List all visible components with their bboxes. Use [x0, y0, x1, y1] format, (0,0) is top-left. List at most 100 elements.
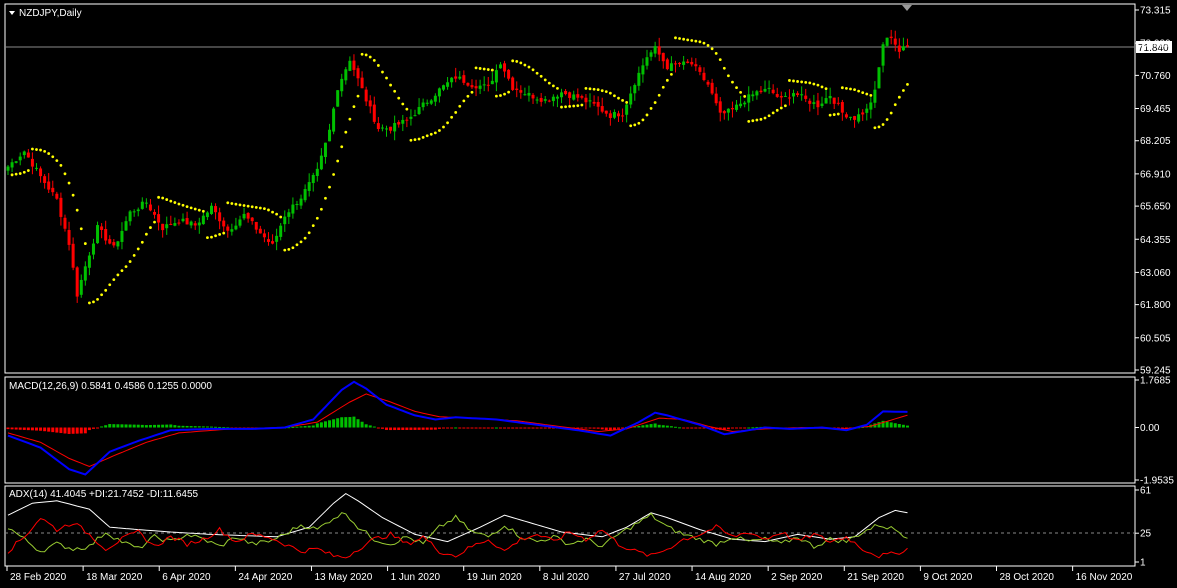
- macd-bar: [336, 418, 340, 428]
- candle-body: [832, 97, 836, 104]
- macd-bar: [739, 427, 743, 429]
- candle-body: [401, 119, 405, 124]
- sar-dot: [511, 59, 515, 63]
- macd-bar: [153, 424, 157, 428]
- sar-dot: [10, 173, 14, 177]
- sar-dot: [246, 204, 250, 208]
- macd-bar: [189, 426, 193, 428]
- candle-body: [189, 221, 193, 226]
- macd-bar: [328, 420, 332, 428]
- sar-dot: [88, 301, 91, 305]
- sar-dot: [63, 172, 67, 176]
- candle-body: [751, 94, 755, 97]
- macd-bar: [682, 427, 686, 429]
- candle-body: [458, 76, 462, 79]
- x-tick-label: 21 Sep 2020: [847, 572, 904, 583]
- macd-bar: [376, 427, 380, 429]
- candle-body: [621, 115, 625, 117]
- candle-body: [246, 213, 250, 219]
- candle-body: [299, 198, 303, 206]
- y-axis-labels: 73.315 72.020 70.760 69.465 68.205 66.910 65.6…: [1135, 6, 1174, 569]
- sar-dot: [792, 79, 795, 83]
- candle-body: [844, 114, 848, 118]
- candle-body: [303, 189, 307, 201]
- sar-dot: [283, 248, 287, 252]
- sar-dot: [604, 90, 608, 94]
- candle-body: [446, 82, 450, 87]
- sar-dot: [116, 273, 120, 277]
- candle-body: [897, 45, 901, 52]
- sar-dot: [853, 88, 856, 92]
- candle-body: [600, 106, 604, 112]
- candle-body: [291, 204, 295, 214]
- sar-dot: [222, 231, 226, 235]
- sar-dot: [372, 58, 376, 62]
- sar-dot: [466, 94, 470, 98]
- candle-body: [539, 97, 543, 102]
- macd-bar: [132, 424, 136, 428]
- macd-bar: [173, 425, 177, 428]
- candle-body: [279, 225, 283, 237]
- macd-bar: [893, 423, 897, 428]
- candle-body: [816, 100, 820, 108]
- macd-title: MACD(12,26,9) 0.5841 0.4586 0.1255 0.000…: [9, 381, 212, 392]
- sar-dot: [600, 89, 604, 93]
- sar-dot: [39, 148, 42, 152]
- macd-bar: [482, 427, 486, 429]
- price-panel[interactable]: [4, 3, 1136, 374]
- sar-dot: [783, 104, 787, 108]
- sar-dot: [824, 87, 828, 91]
- candle-body: [153, 211, 157, 215]
- sar-dot: [112, 278, 116, 282]
- sar-dot: [877, 125, 881, 129]
- candle-body: [755, 91, 759, 96]
- sar-dot: [161, 196, 165, 200]
- price-y-tick: 69.465: [1140, 104, 1171, 115]
- sar-dot: [637, 121, 641, 125]
- sar-dot: [499, 94, 502, 97]
- candle-body: [779, 95, 783, 98]
- sar-dot: [731, 80, 734, 84]
- sar-dot: [124, 265, 128, 269]
- sar-dot: [690, 39, 694, 42]
- sar-dot: [893, 103, 897, 107]
- sar-dot: [254, 206, 258, 209]
- candle-body: [193, 223, 197, 226]
- macd-bar: [694, 427, 698, 429]
- macd-bar: [686, 427, 690, 429]
- candle-body: [356, 68, 360, 79]
- candle-body: [889, 36, 893, 39]
- chart-canvas[interactable]: 71.840 73.31572.02070.76069.46568.20566.…: [0, 0, 1177, 588]
- macd-bar: [108, 424, 112, 428]
- candle-body: [128, 211, 132, 222]
- x-tick-label: 16 Nov 2020: [1076, 572, 1133, 583]
- sar-dot: [836, 112, 840, 116]
- candle-body: [767, 87, 771, 89]
- macd-bar: [22, 427, 26, 430]
- candle-body: [140, 201, 144, 209]
- price-y-tick: 66.910: [1140, 169, 1171, 180]
- macd-bar: [83, 427, 87, 434]
- candle-body: [230, 229, 234, 232]
- sar-dot: [299, 240, 303, 244]
- macd-bar: [425, 427, 429, 430]
- candle-body: [657, 46, 661, 55]
- macd-bar: [144, 425, 148, 428]
- sar-dot: [625, 100, 629, 104]
- macd-bar: [690, 427, 694, 429]
- sar-dot: [438, 129, 441, 132]
- candle-body: [535, 99, 539, 101]
- sar-dot: [43, 149, 47, 153]
- macd-bar: [901, 424, 905, 428]
- macd-bar: [332, 419, 336, 428]
- candle-body: [307, 182, 311, 191]
- candle-body: [417, 107, 421, 115]
- macd-bar: [380, 427, 384, 429]
- macd-bar: [523, 427, 527, 429]
- sar-dot: [551, 84, 555, 88]
- macd-y-tick: 0.00: [1140, 423, 1160, 434]
- price-y-tick: 70.760: [1140, 71, 1171, 82]
- candle-body: [376, 123, 380, 129]
- sar-dot: [576, 104, 580, 108]
- candle-body: [551, 96, 555, 102]
